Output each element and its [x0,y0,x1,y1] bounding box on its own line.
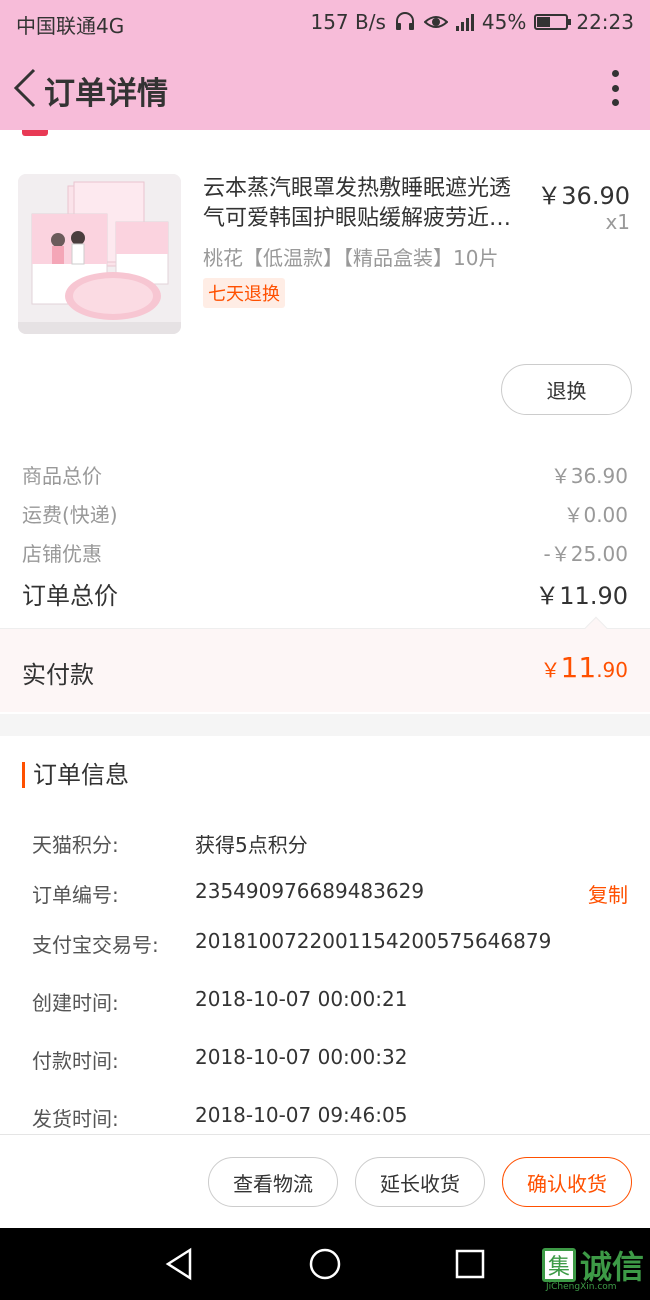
subtotal-value: ￥36.90 [550,464,628,488]
actual-paid-amount: ￥11.90 [541,651,628,684]
watermark-logo: 集 诚信 JiChengXin.com [541,1242,644,1292]
shipping-row: 运费(快递) ￥0.00 [22,499,628,528]
shipped-time-label: 发货时间: [32,1107,119,1131]
paid-time-value: 2018-10-07 00:00:32 [195,1045,408,1069]
alipay-trade-label: 支付宝交易号: [32,933,159,957]
nav-recents-icon[interactable] [452,1246,488,1282]
shipping-label: 运费(快递) [22,503,118,527]
paid-time-label: 付款时间: [32,1049,119,1073]
product-price: ￥36.90 [537,182,630,210]
discount-label: 店铺优惠 [22,542,102,566]
paid-decimal: .90 [596,658,628,682]
status-bar: 中国联通4G 157 B/s 45% 22:23 [0,0,650,44]
product-name-line2: 气可爱韩国护眼贴缓解疲劳近… [203,206,512,231]
network-speed: 157 B/s [310,10,386,34]
discount-row: 店铺优惠 -￥25.00 [22,538,628,567]
order-total-value: ￥11.90 [535,582,628,610]
extend-receipt-button[interactable]: 延长收货 [355,1157,485,1207]
view-logistics-button[interactable]: 查看物流 [208,1157,338,1207]
more-menu-icon[interactable] [610,70,620,106]
order-number-value: 235490976689483629 [195,879,425,903]
copy-order-number-button[interactable]: 复制 [588,879,628,908]
nav-bar: 订单详情 [0,44,650,130]
discount-value: -￥25.00 [543,542,628,566]
system-nav-bar: 集 诚信 JiChengXin.com [0,1228,650,1300]
battery-percent: 45% [481,10,527,34]
points-label: 天猫积分: [32,833,119,857]
order-info-title: 订单信息 [22,762,129,788]
carrier-label: 中国联通4G [16,14,125,38]
confirm-receipt-button[interactable]: 确认收货 [502,1157,632,1207]
product-image[interactable] [18,174,181,334]
shop-logo-icon [22,130,48,136]
signal-icon [455,13,474,31]
order-total-row: 订单总价 ￥11.90 [22,576,628,611]
eye-icon [423,16,448,28]
watermark-sub: JiChengXin.com [545,1282,617,1292]
seven-day-return-badge: 七天退换 [203,278,285,308]
product-quantity: x1 [605,210,630,234]
product-illustration [18,174,181,334]
created-time-value: 2018-10-07 00:00:21 [195,987,408,1011]
order-total-label: 订单总价 [22,582,118,610]
caret-up-icon [584,616,608,640]
paid-currency: ￥ [540,658,561,682]
subtotal-row: 商品总价 ￥36.90 [22,460,628,489]
shipping-value: ￥0.00 [563,503,628,527]
clock: 22:23 [576,10,634,34]
battery-icon [534,14,572,30]
subtotal-label: 商品总价 [22,464,102,488]
status-right: 157 B/s 45% 22:23 [310,10,634,34]
headset-icon [395,12,414,30]
alipay-trade-value: 2018100722001154200575646879 [195,929,552,953]
page-title: 订单详情 [44,76,168,112]
product-card[interactable]: 云本蒸汽眼罩发热敷睡眠遮光透 气可爱韩国护眼贴缓解疲劳近… ￥36.90 x1 … [0,150,650,350]
product-sku: 桃花【低温款】【精品盒装】10片 [203,246,499,270]
section-divider [0,714,650,736]
actual-paid-label: 实付款 [22,661,94,689]
points-value: 获得5点积分 [195,833,308,857]
nav-home-icon[interactable] [307,1246,343,1282]
action-bar: 查看物流 延长收货 确认收货 [0,1134,650,1228]
paid-integer: 11 [560,651,597,684]
shop-header-peek [0,130,650,138]
nav-back-icon[interactable] [162,1246,198,1282]
created-time-label: 创建时间: [32,991,119,1015]
battery-fill [537,17,550,27]
order-number-label: 订单编号: [32,883,119,907]
product-name[interactable]: 云本蒸汽眼罩发热敷睡眠遮光透 气可爱韩国护眼贴缓解疲劳近… [203,174,533,234]
product-name-line1: 云本蒸汽眼罩发热敷睡眠遮光透 [203,176,512,201]
back-arrow-icon[interactable] [10,66,40,110]
actual-paid-box: 实付款 ￥11.90 [0,616,650,712]
shipped-time-value: 2018-10-07 09:46:05 [195,1103,408,1127]
refund-exchange-button[interactable]: 退换 [501,364,632,415]
watermark-mark: 集 [541,1248,576,1282]
